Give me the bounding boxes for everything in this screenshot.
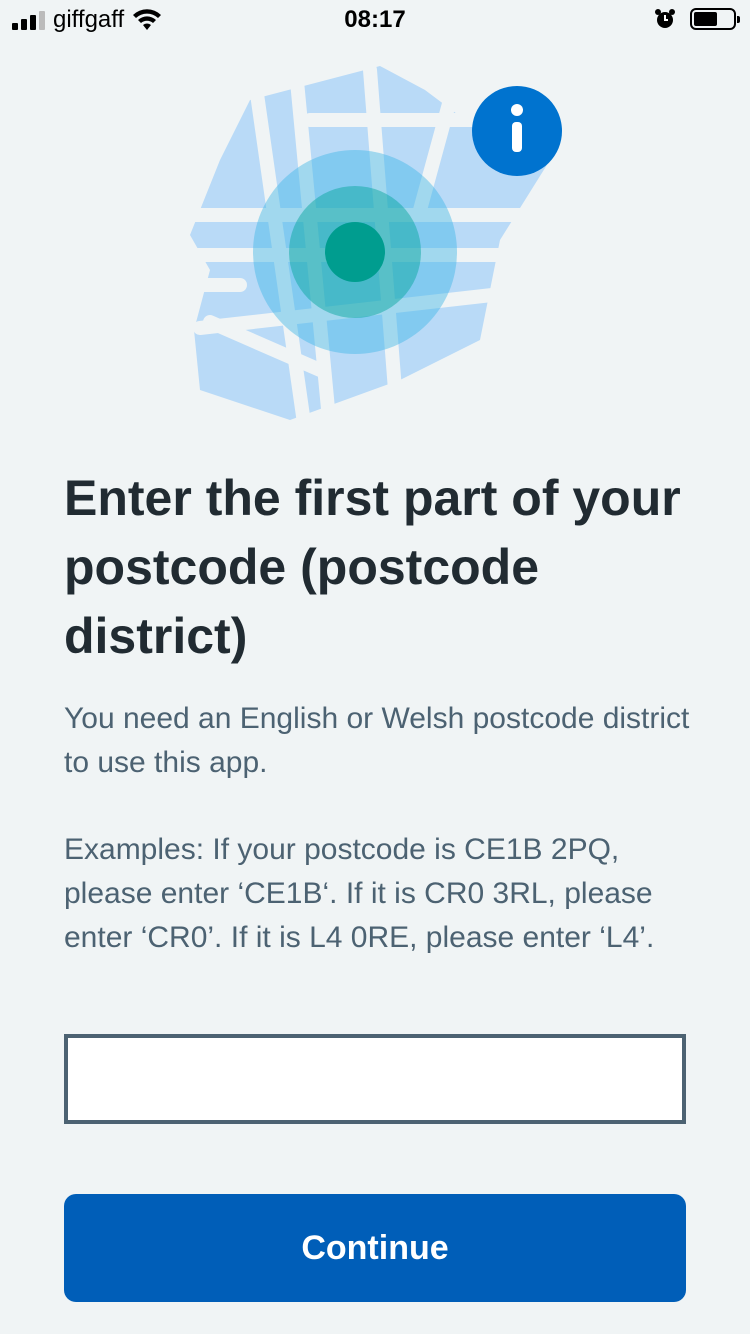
battery-icon [690, 8, 740, 30]
intro-text: You need an English or Welsh postcode di… [64, 702, 690, 779]
postcode-input[interactable] [64, 1034, 686, 1124]
page-title: Enter the first part of your postcode (p… [64, 470, 681, 664]
examples-text: Examples: If your postcode is CE1B 2PQ, … [64, 833, 655, 954]
continue-button[interactable]: Continue [64, 1194, 686, 1302]
status-time: 08:17 [344, 6, 406, 33]
location-illustration [180, 60, 580, 430]
status-bar: giffgaff 08:17 [0, 0, 750, 40]
location-pin-icon [253, 150, 457, 354]
status-right [654, 8, 740, 30]
info-icon [472, 86, 562, 176]
alarm-icon [655, 9, 675, 28]
